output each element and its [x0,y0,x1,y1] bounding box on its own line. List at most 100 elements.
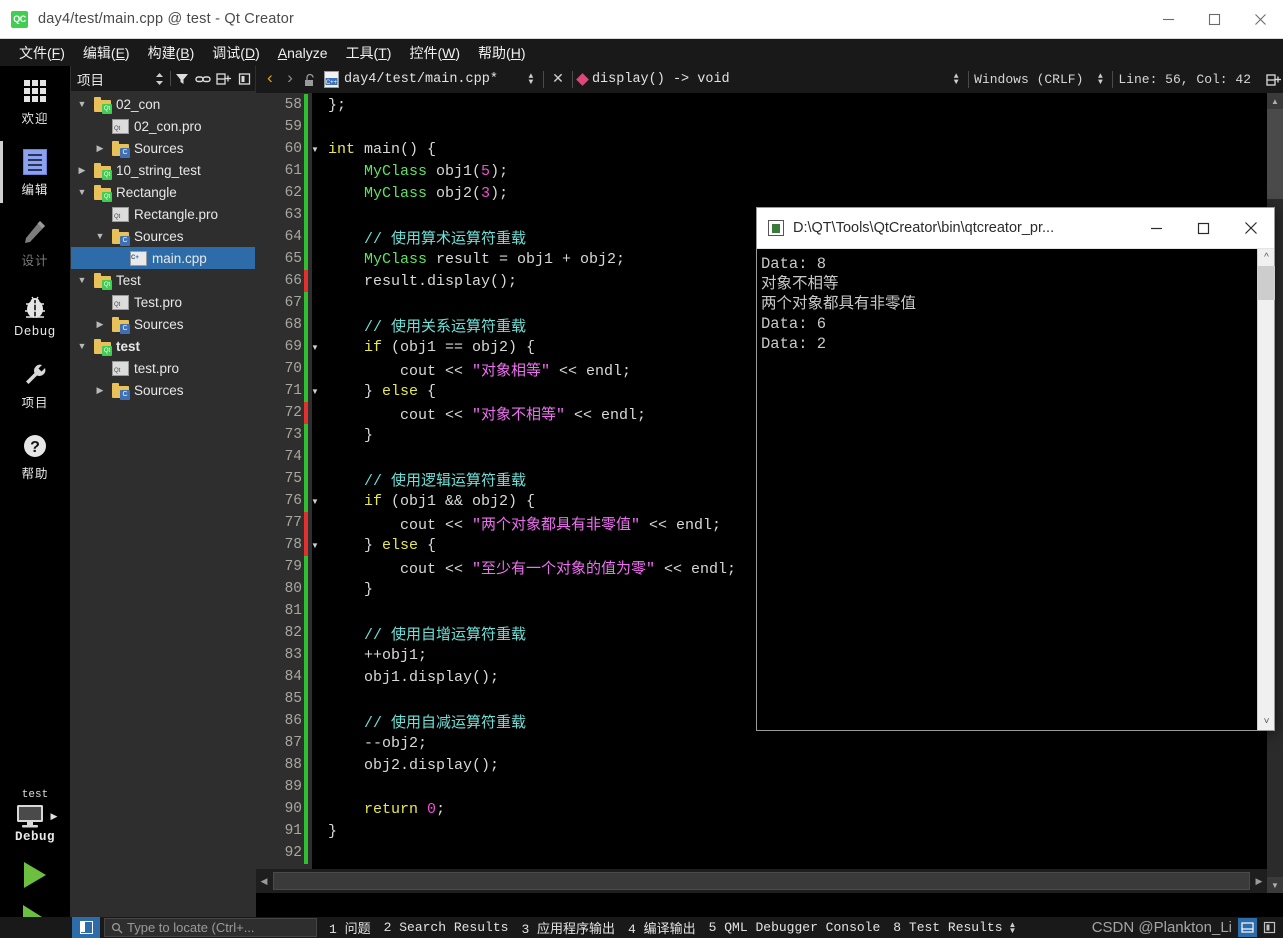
code-line[interactable]: 62 MyClass obj2(3); [256,182,1283,204]
minimize-button[interactable] [1145,0,1191,39]
horizontal-scroll-thumb[interactable] [273,872,1250,890]
close-button[interactable] [1237,0,1283,39]
menu-item-widgets[interactable]: 控件(W) [400,40,469,66]
console-minimize-button[interactable] [1133,208,1180,249]
mode-item-help[interactable]: ? 帮助 [0,421,70,492]
chevron-down-icon[interactable]: ▼ [75,99,89,109]
editor-horizontal-scrollbar[interactable]: ◀ ▶ [256,869,1267,893]
console-maximize-button[interactable] [1180,208,1227,249]
tree-item-Sources-1[interactable]: ▶ Sources [71,137,255,159]
tree-item-Sources-4[interactable]: ▶ Sources [71,379,255,401]
symbol-dropdown-icon[interactable]: ▲ ▼ [949,72,963,86]
chevron-right-icon[interactable]: ▶ [93,319,107,330]
filter-icon[interactable] [171,68,192,90]
code-line[interactable]: 91} [256,820,1283,842]
console-scroll-down-icon[interactable]: ˅ [1258,713,1275,730]
line-ending-dropdown-icon[interactable]: ▲ ▼ [1093,72,1107,86]
locator-input[interactable]: Type to locate (Ctrl+... [104,918,317,937]
fold-toggle-icon[interactable]: ▼ [308,343,322,352]
menu-item-build[interactable]: 构建(B) [139,40,204,66]
navigate-forward-button[interactable]: › [280,68,300,92]
output-pane-toggle-icon[interactable] [1238,918,1257,937]
scroll-up-icon[interactable]: ▲ [1267,93,1283,109]
link-icon[interactable] [192,68,213,90]
tree-item-Sources-3[interactable]: ▶ Sources [71,313,255,335]
code-line[interactable]: 90 return 0; [256,798,1283,820]
code-line[interactable]: 92 [256,842,1283,864]
fold-toggle-icon[interactable]: ▼ [308,497,322,506]
unlocked-icon[interactable] [300,68,320,92]
fold-toggle-icon[interactable]: ▼ [308,387,322,396]
console-scroll-thumb[interactable] [1258,266,1275,300]
tree-item-Rectangle[interactable]: ▼ Rectangle [71,181,255,203]
fold-toggle-icon[interactable]: ▼ [308,145,322,154]
output-pane-tab-search-results[interactable]: 2 Search Results [384,920,509,935]
symbol-selector[interactable]: display() -> void [592,72,730,87]
menu-item-help[interactable]: 帮助(H) [469,40,534,66]
close-document-button[interactable]: ✕ [549,71,567,88]
output-pane-tab-issues[interactable]: 1 问题 [329,918,371,937]
tree-item-Rectangle.pro[interactable]: Rectangle.pro [71,203,255,225]
scroll-left-icon[interactable]: ◀ [256,870,272,892]
navigate-back-button[interactable]: ‹ [260,68,280,92]
tree-item-main.cpp[interactable]: main.cpp [71,247,255,269]
console-output-window[interactable]: D:\QT\Tools\QtCreator\bin\qtcreator_pr..… [756,207,1275,731]
tree-item-Sources-2[interactable]: ▼ Sources [71,225,255,247]
scroll-right-icon[interactable]: ▶ [1251,870,1267,892]
chevron-down-icon[interactable]: ▼ [75,187,89,197]
split-editor-icon[interactable] [1263,68,1283,92]
chevron-down-icon[interactable]: ▼ [75,341,89,351]
menu-item-tools[interactable]: 工具(T) [337,40,401,66]
editor-filename[interactable]: day4/test/main.cpp* [344,72,498,87]
close-split-icon[interactable] [234,68,255,90]
output-pane-tab-app-output[interactable]: 3 应用程序输出 [521,918,615,937]
tree-item-Test[interactable]: ▼ Test [71,269,255,291]
chevron-down-icon[interactable]: ▼ [75,275,89,285]
scroll-down-icon[interactable]: ▼ [1267,877,1283,893]
maximize-button[interactable] [1191,0,1237,39]
console-scroll-up-icon[interactable]: ^ [1258,249,1275,266]
chevron-right-icon[interactable]: ▶ [93,143,107,154]
output-panes-dropdown-icon[interactable]: ▲ ▼ [1009,920,1017,934]
chevron-right-icon[interactable]: ▶ [75,165,89,176]
sidebar-toggle-icon[interactable] [72,917,100,938]
menu-item-file[interactable]: 文件(F) [10,40,74,66]
mode-item-debug[interactable]: Debug [0,279,70,350]
console-vertical-scrollbar[interactable]: ^ ˅ [1257,249,1275,730]
tree-item-test[interactable]: ▼ test [71,335,255,357]
menu-item-debug[interactable]: 调试(D) [203,40,268,66]
code-line[interactable]: 59 [256,116,1283,138]
tree-item-Test.pro[interactable]: Test.pro [71,291,255,313]
view-selector-icon[interactable] [149,68,170,90]
mode-item-edit[interactable]: 编辑 [0,137,70,208]
kit-selector[interactable]: ▶ [0,803,70,829]
output-pane-tab-compile-output[interactable]: 4 编译输出 [628,918,696,937]
menu-item-edit[interactable]: 编辑(E) [74,40,139,66]
tree-item-10_string_test[interactable]: ▶ 10_string_test [71,159,255,181]
line-ending-selector[interactable]: Windows (CRLF) [974,72,1083,87]
progress-details-icon[interactable] [1260,918,1279,937]
mode-item-welcome[interactable]: 欢迎 [0,66,70,137]
split-icon[interactable] [213,68,234,90]
code-line[interactable]: 87 --obj2; [256,732,1283,754]
code-line[interactable]: 60 ▼ int main() { [256,138,1283,160]
code-text: if (obj1 && obj2) { [328,493,535,510]
file-dropdown-icon[interactable]: ▲ ▼ [524,72,538,86]
chevron-down-icon[interactable]: ▼ [93,231,107,241]
console-close-button[interactable] [1227,208,1274,249]
code-line[interactable]: 61 MyClass obj1(5); [256,160,1283,182]
output-pane-tab-test-results[interactable]: 8 Test Results [893,920,1002,935]
tree-item-02_con[interactable]: ▼ 02_con [71,93,255,115]
tree-item-02_con.pro[interactable]: 02_con.pro [71,115,255,137]
code-line[interactable]: 88 obj2.display(); [256,754,1283,776]
fold-toggle-icon[interactable]: ▼ [308,541,322,550]
menu-item-analyze[interactable]: Analyze [269,42,337,64]
vertical-scroll-thumb[interactable] [1267,109,1283,199]
output-pane-tab-qml-debugger[interactable]: 5 QML Debugger Console [709,920,881,935]
tree-item-test.pro[interactable]: test.pro [71,357,255,379]
code-line[interactable]: 58}; [256,94,1283,116]
chevron-right-icon[interactable]: ▶ [93,385,107,396]
mode-item-projects[interactable]: 项目 [0,350,70,421]
run-button[interactable] [0,854,70,896]
code-line[interactable]: 89 [256,776,1283,798]
